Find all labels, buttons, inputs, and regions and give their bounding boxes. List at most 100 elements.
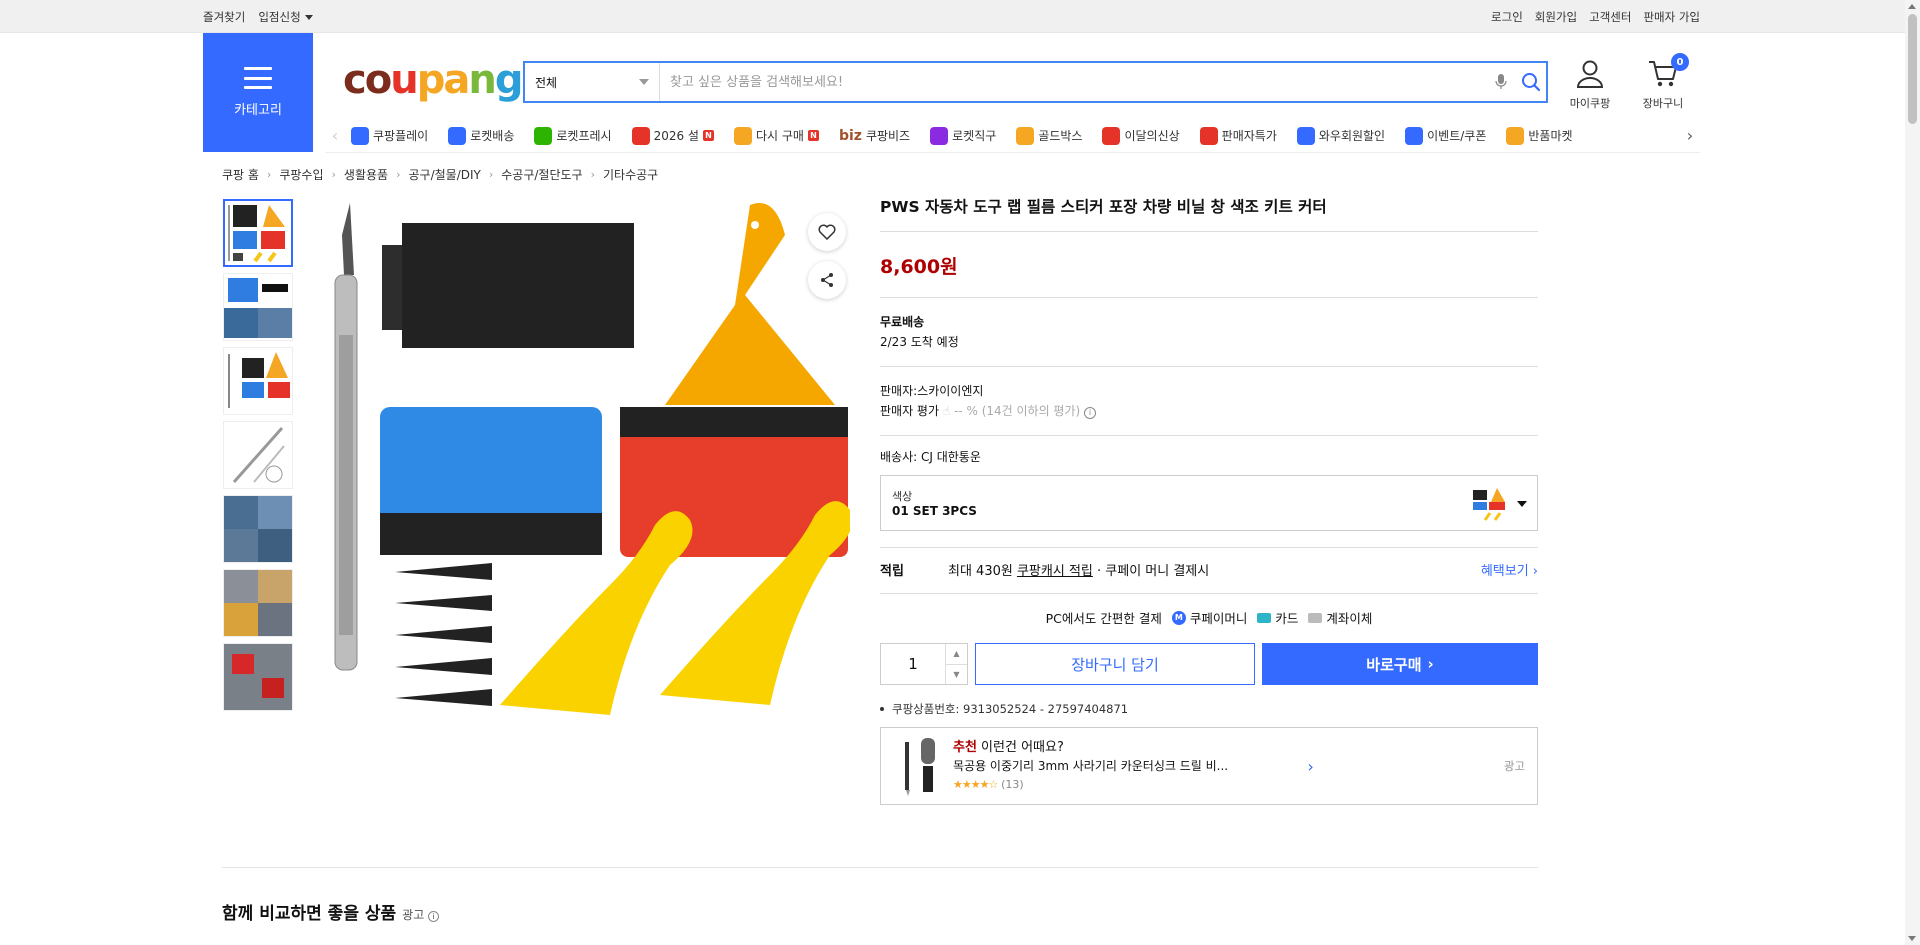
search-bar: 전체: [523, 61, 1548, 103]
thumbnail-7[interactable]: [223, 643, 293, 711]
nav-item-label: 이달의신상: [1124, 129, 1180, 143]
mypage-button[interactable]: 마이쿠팡: [1560, 59, 1620, 111]
thumbnail-5[interactable]: [223, 495, 293, 563]
nav-item-0[interactable]: 쿠팡플레이: [351, 126, 429, 145]
nav-item-4[interactable]: 다시 구매 N: [733, 126, 819, 145]
thumbnail-4[interactable]: [223, 421, 293, 489]
nav-item-label: 판매자특가: [1221, 129, 1277, 143]
nav-item-10[interactable]: 와우회원할인: [1296, 126, 1385, 145]
nav-item-7[interactable]: 골드박스: [1016, 126, 1083, 145]
add-to-cart-button[interactable]: 장바구니 담기: [975, 643, 1255, 685]
bank-transfer: 계좌이체: [1308, 608, 1372, 627]
breadcrumb-item[interactable]: 생활용품: [344, 166, 388, 183]
nav-item-icon: [1102, 126, 1121, 145]
chevron-down-icon: [1517, 501, 1527, 507]
nav-item-6[interactable]: 로켓직구: [930, 126, 997, 145]
biz-logo-icon: biz: [838, 127, 862, 144]
card-icon: [1257, 612, 1272, 623]
nav-item-label: 골드박스: [1038, 129, 1083, 143]
nav-item-8[interactable]: 이달의신상: [1102, 126, 1180, 145]
buy-now-label: 바로구매: [1366, 655, 1422, 674]
payment-methods: PC에서도 간편한 결제 M 쿠페이머니 카드 계좌이체: [880, 608, 1538, 627]
payment-title: PC에서도 간편한 결제: [1045, 611, 1162, 626]
user-icon: [1576, 60, 1604, 88]
nav-next-icon[interactable]: ›: [1680, 126, 1700, 145]
search-icon[interactable]: [1516, 63, 1546, 101]
category-nav: ‹ 쿠팡플레이 로켓배송 로켓프레시 2026 설 N 다시 구매 N biz 쿠팡비즈 로켓직구…: [325, 119, 1700, 153]
cart-count-badge: 0: [1671, 53, 1689, 71]
search-scope-select[interactable]: 전체: [525, 63, 660, 101]
nav-item-2[interactable]: 로켓프레시: [534, 126, 612, 145]
nav-item-label: 쿠팡플레이: [373, 129, 429, 143]
nav-item-icon: [1296, 126, 1315, 145]
compare-section-title: 함께 비교하면 좋을 상품 광고 i: [222, 899, 440, 924]
nav-item-label: 로켓직구: [952, 129, 997, 143]
category-label: 카테고리: [234, 103, 282, 118]
quantity-down-icon[interactable]: ▼: [946, 663, 967, 685]
breadcrumb-item[interactable]: 수공구/절단도구: [501, 166, 582, 183]
product-info-panel: PWS 자동차 도구 랩 필름 스티커 포장 차량 비닐 창 색조 키트 커터 …: [880, 195, 1538, 805]
thumbnail-3[interactable]: [223, 347, 293, 415]
new-badge: N: [702, 130, 714, 141]
nav-item-11[interactable]: 이벤트/쿠폰: [1405, 126, 1486, 145]
breadcrumb-item[interactable]: 쿠팡 홈: [222, 166, 259, 183]
color-option-select[interactable]: 색상 01 SET 3PCS: [880, 475, 1538, 531]
top-utility-bar: 즐겨찾기 입점신청 로그인 회원가입 고객센터 판매자 가입: [0, 0, 1920, 33]
nav-item-12[interactable]: 반품마켓: [1506, 126, 1573, 145]
seller-apply-link[interactable]: 입점신청: [258, 9, 313, 25]
search-input[interactable]: [660, 63, 1486, 101]
scrollbar-thumb[interactable]: [1908, 14, 1917, 124]
nav-item-icon: [1016, 126, 1035, 145]
star-rating-icon: ★★★★☆: [953, 777, 998, 791]
info-icon[interactable]: i: [1084, 407, 1097, 419]
nav-item-1[interactable]: 로켓배송: [448, 126, 514, 145]
quantity-up-icon[interactable]: ▲: [946, 644, 967, 664]
breadcrumb-item[interactable]: 기타수공구: [603, 166, 658, 183]
recommendation-highlight: 추천: [953, 739, 977, 755]
nav-item-3[interactable]: 2026 설N: [631, 126, 714, 145]
coupang-cash-link[interactable]: 쿠팡캐시 적립: [1017, 564, 1093, 579]
benefit-more-link[interactable]: 혜택보기 ›: [1481, 560, 1538, 579]
thumbnail-6[interactable]: [223, 569, 293, 637]
recommendation-card[interactable]: 추천 이런건 어때요? 목공용 이중기리 3mm 사라기리 카운터싱크 드릴 비…: [880, 727, 1538, 805]
signup-link[interactable]: 회원가입: [1535, 9, 1577, 25]
login-link[interactable]: 로그인: [1491, 9, 1523, 25]
nav-item-9[interactable]: 판매자특가: [1199, 126, 1277, 145]
microphone-icon[interactable]: [1486, 63, 1516, 101]
seller-name[interactable]: 판매자:스카이이엔지: [880, 381, 1538, 401]
scroll-down-icon[interactable]: [1908, 936, 1916, 941]
search-scope-value: 전체: [535, 75, 558, 90]
card-label: 카드: [1275, 611, 1299, 626]
share-icon[interactable]: [808, 261, 846, 299]
breadcrumb-separator-icon: ›: [488, 168, 494, 181]
cart-button[interactable]: 0 장바구니: [1633, 53, 1693, 111]
customer-center-link[interactable]: 고객센터: [1589, 9, 1631, 25]
thumbnail-1[interactable]: [223, 199, 293, 267]
nav-item-label: 2026 설: [653, 129, 699, 143]
quantity-input[interactable]: 1: [881, 644, 945, 684]
info-icon[interactable]: i: [428, 911, 440, 922]
nav-item-5[interactable]: biz 쿠팡비즈: [839, 127, 910, 144]
scroll-up-icon[interactable]: [1908, 4, 1916, 9]
buy-now-button[interactable]: 바로구매 ›: [1262, 643, 1538, 685]
breadcrumb-separator-icon: ›: [396, 168, 401, 181]
category-button[interactable]: 카테고리: [203, 33, 313, 152]
nav-items: 쿠팡플레이 로켓배송 로켓프레시 2026 설 N 다시 구매 N biz 쿠팡비즈 로켓직구 골드…: [345, 126, 1680, 145]
purchase-row: 1 ▲ ▼ 장바구니 담기 바로구매 ›: [880, 643, 1538, 685]
breadcrumb-item[interactable]: 쿠팡수입: [279, 166, 323, 183]
chevron-right-icon[interactable]: ›: [1307, 757, 1313, 776]
favorite-heart-icon[interactable]: [808, 213, 846, 251]
seller-signup-link[interactable]: 판매자 가입: [1643, 9, 1700, 25]
option-value: 01 SET 3PCS: [892, 504, 977, 518]
recommendation-product-name: 목공용 이중기리 3mm 사라기리 카운터싱크 드릴 비...: [953, 758, 1229, 773]
page-scrollbar[interactable]: [1905, 0, 1920, 945]
nav-item-icon: [1199, 126, 1218, 145]
coupang-logo[interactable]: coupang: [343, 57, 523, 103]
thumbnail-2[interactable]: [223, 273, 293, 341]
recommendation-info: 추천 이런건 어때요? 목공용 이중기리 3mm 사라기리 카운터싱크 드릴 비…: [953, 739, 1297, 794]
bank-label: 계좌이체: [1326, 611, 1373, 626]
thumbs-up-icon: ☝: [942, 404, 954, 418]
nav-prev-icon[interactable]: ‹: [325, 126, 345, 145]
breadcrumb-item[interactable]: 공구/철물/DIY: [409, 166, 481, 183]
favorites-link[interactable]: 즐겨찾기: [203, 9, 245, 25]
